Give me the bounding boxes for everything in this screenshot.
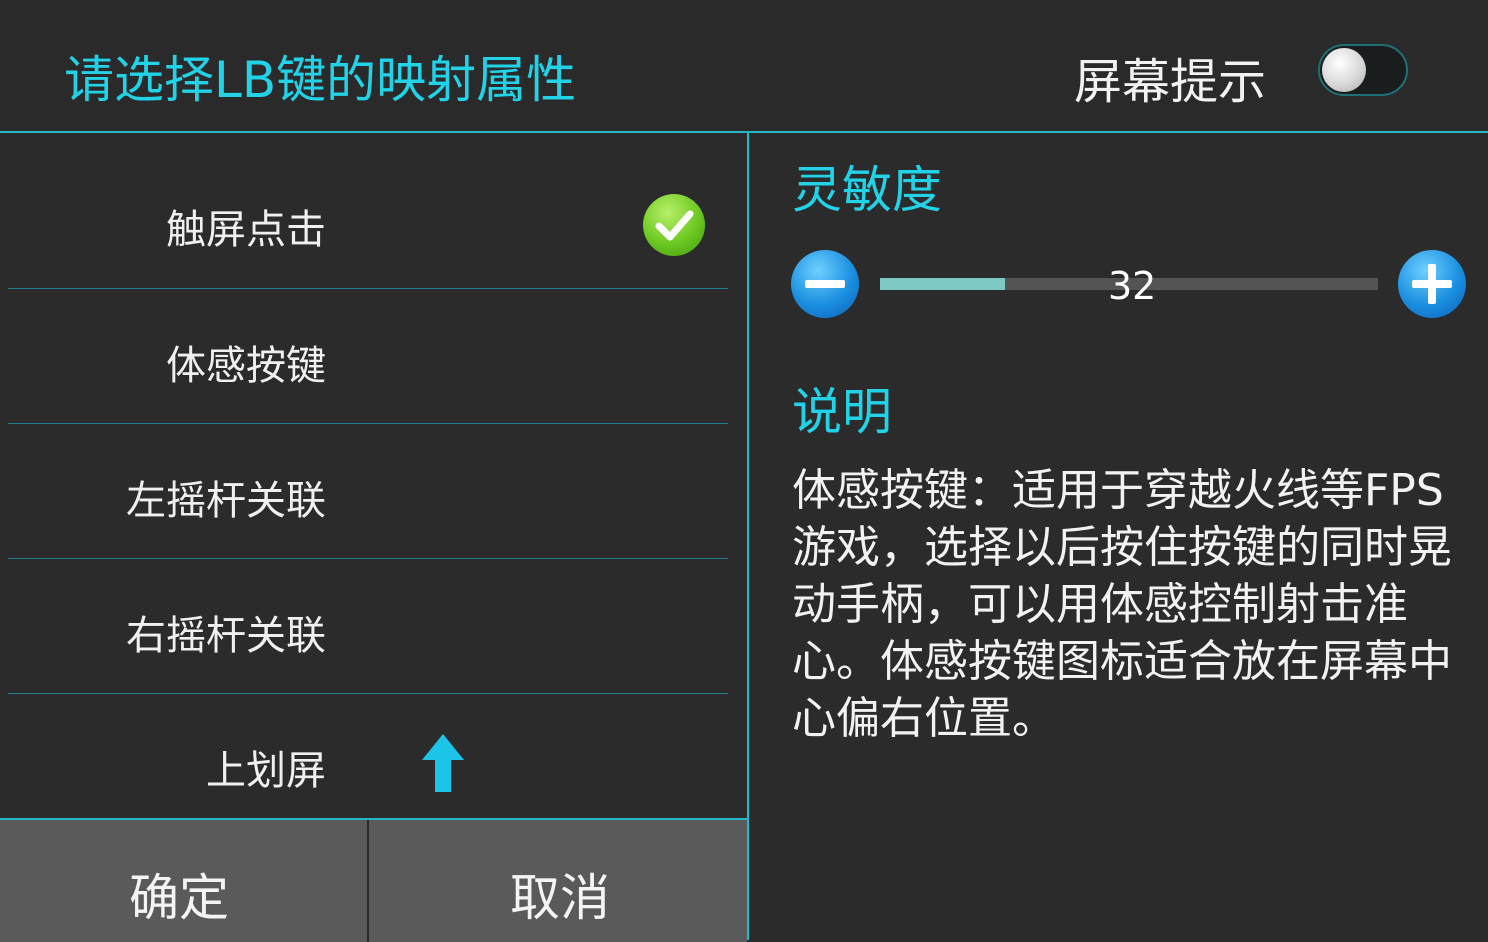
plus-button[interactable] (1398, 250, 1466, 318)
screen-hint-toggle[interactable] (1318, 44, 1408, 96)
toggle-knob (1322, 48, 1366, 92)
slider-fill (880, 278, 1005, 290)
dialog-header: 请选择LB键的映射属性 屏幕提示 (0, 0, 1488, 132)
description-text: 体感按键：适用于穿越火线等FPS游戏，选择以后按住按键的同时晃动手柄，可以用体感… (792, 465, 1452, 744)
option-left-stick[interactable]: 左摇杆关联 (0, 424, 747, 559)
up-arrow-icon (422, 734, 464, 792)
option-motion-key[interactable]: 体感按键 (0, 289, 747, 424)
option-label: 左摇杆关联 (126, 478, 326, 524)
cancel-button[interactable]: 取消 (369, 820, 747, 942)
confirm-button[interactable]: 确定 (0, 820, 367, 942)
sensitivity-value: 32 (1108, 264, 1157, 308)
option-swipe-up[interactable]: 上划屏 (0, 694, 747, 829)
minus-button[interactable] (791, 250, 859, 318)
option-label: 触屏点击 (166, 207, 326, 253)
dialog-buttons: 确定 取消 (0, 818, 747, 942)
option-touch-click[interactable]: 触屏点击 (0, 153, 747, 288)
cancel-label: 取消 (510, 869, 610, 927)
plus-icon (1412, 264, 1452, 304)
screen-hint-label: 屏幕提示 (1074, 54, 1267, 110)
option-label: 上划屏 (206, 748, 326, 794)
description-label: 说明 (792, 383, 892, 441)
check-circle-icon (643, 194, 705, 256)
panel-divider (747, 131, 749, 940)
option-label: 右摇杆关联 (126, 613, 326, 659)
dialog-title: 请选择LB键的映射属性 (64, 51, 577, 109)
option-right-stick[interactable]: 右摇杆关联 (0, 559, 747, 694)
option-label: 体感按键 (166, 343, 326, 389)
mapping-option-list: 触屏点击 体感按键 左摇杆关联 右摇杆关联 上划屏 (0, 133, 747, 816)
minus-icon (805, 280, 845, 288)
sensitivity-label: 灵敏度 (792, 161, 942, 219)
confirm-label: 确定 (129, 869, 229, 927)
